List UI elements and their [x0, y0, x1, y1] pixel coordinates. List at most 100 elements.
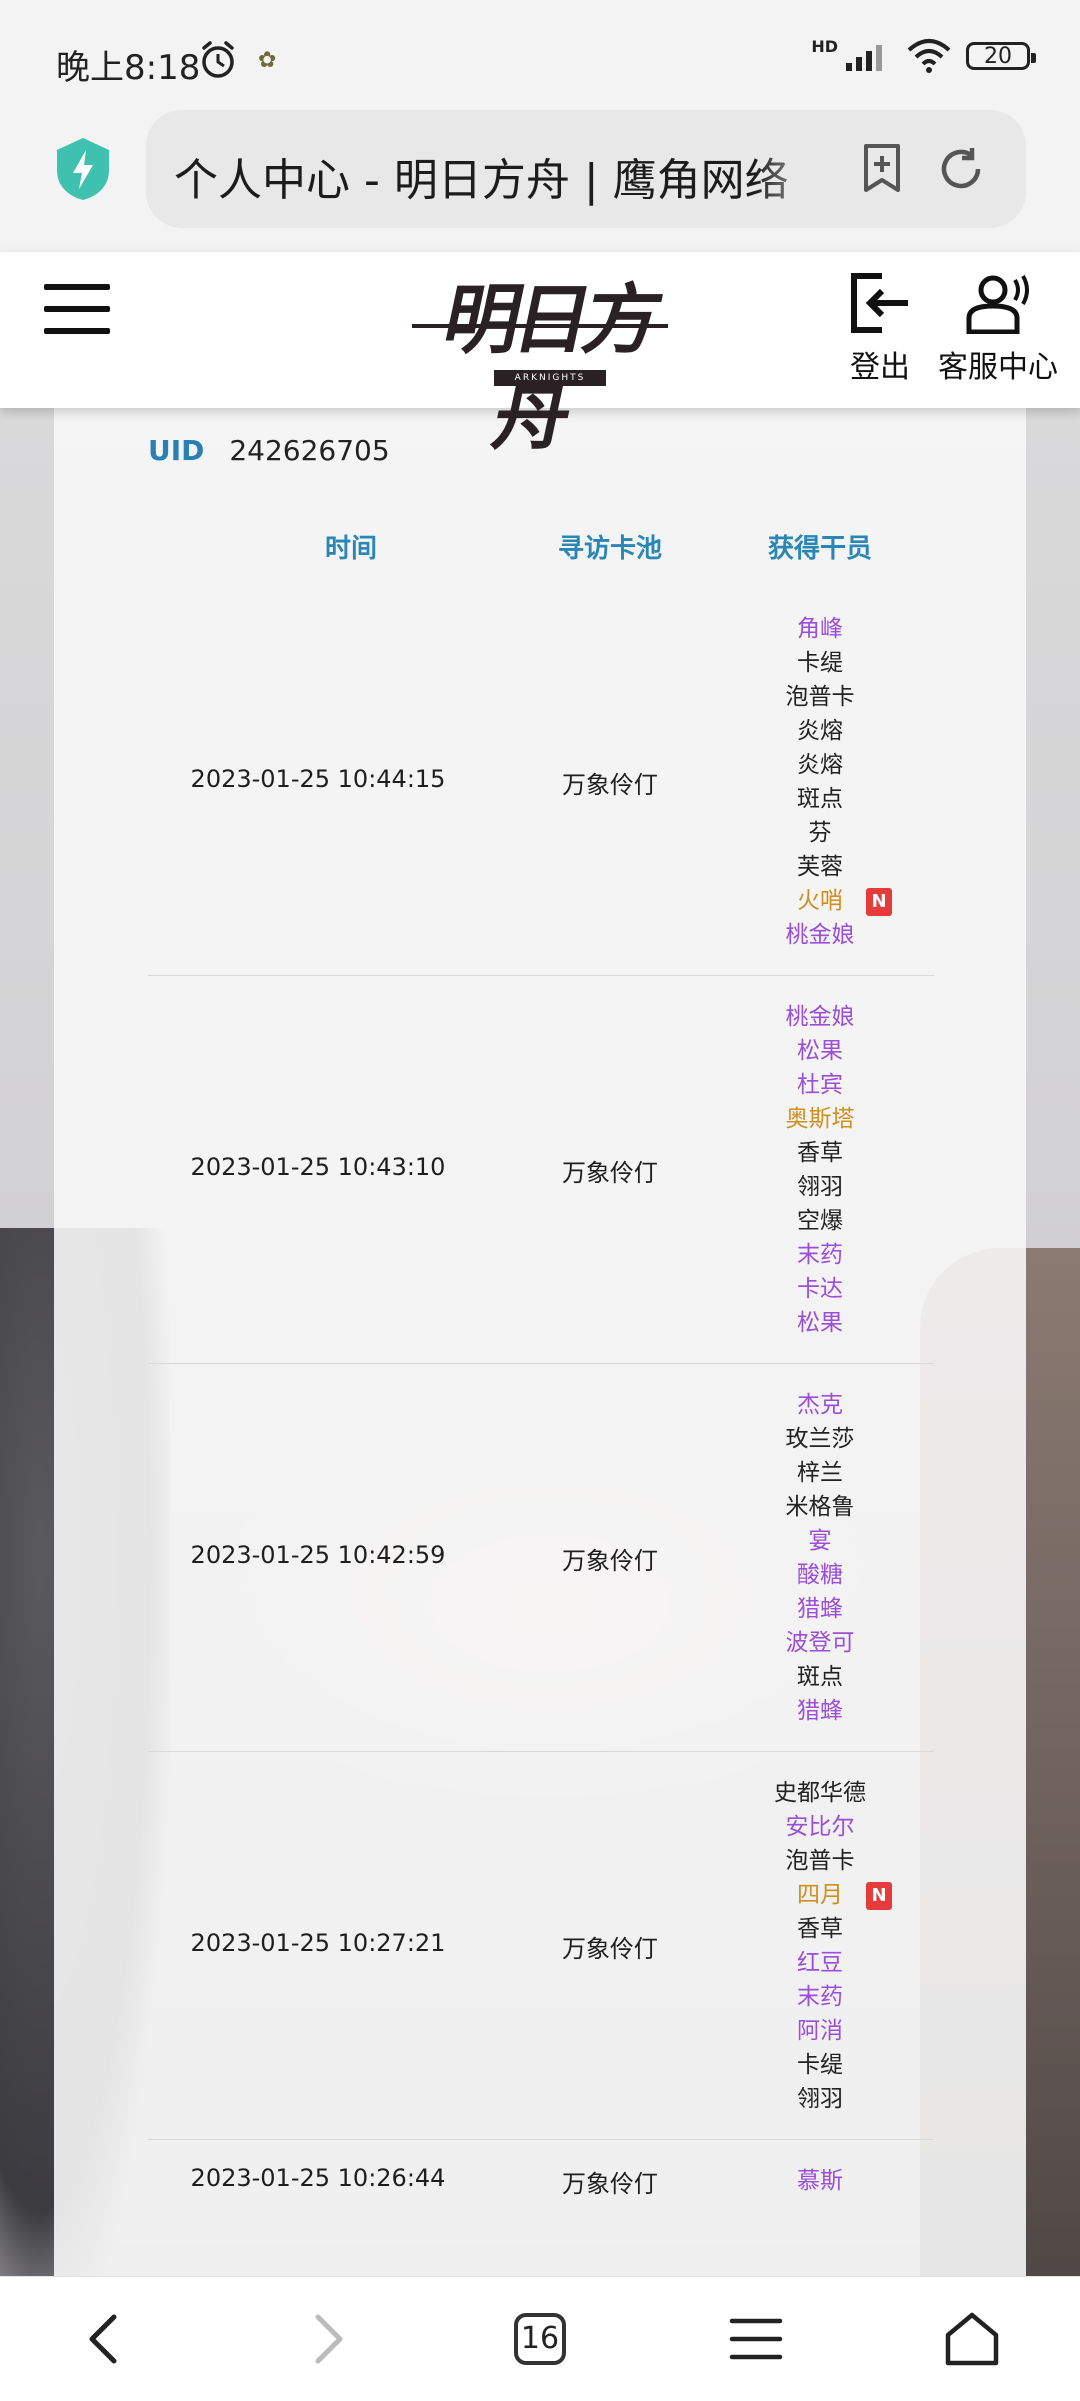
site-header: 明日方舟 ARKNIGHTS 登出 客服中心	[0, 252, 1080, 460]
operator-name: 火哨 N	[730, 884, 910, 918]
operator-label: 玫兰莎	[785, 1426, 855, 1452]
operator-name: 芬	[730, 816, 910, 850]
record-row: 2023-01-25 10:43:10 万象伶仃 桃金娘 松果 杜宾 奥斯塔 香草 翎羽 空爆末…	[148, 976, 934, 1364]
uid-row: UID 242626705	[148, 434, 390, 467]
logout-icon	[851, 273, 908, 333]
status-bar: 晚上8:18 ✿ HD 20	[0, 0, 1080, 110]
bottom-navigation: 16	[0, 2276, 1080, 2401]
operator-label: 猎蜂	[797, 1596, 843, 1622]
operator-name: 慕斯	[730, 2164, 910, 2198]
column-header-time: 时间	[324, 534, 377, 564]
operator-name: 桃金娘	[730, 1000, 910, 1034]
operator-label: 炎熔	[797, 718, 843, 744]
notification-icon: ✿	[258, 48, 277, 73]
operator-name: 波登可	[730, 1626, 910, 1660]
customer-service-button[interactable]: 客服中心	[936, 272, 1060, 386]
record-time: 2023-01-25 10:27:21	[190, 1929, 446, 1957]
operator-label: 卡达	[797, 1276, 843, 1302]
operator-name: 奥斯塔	[730, 1102, 910, 1136]
operator-list: 慕斯	[730, 2164, 910, 2198]
operator-label: 香草	[797, 1916, 843, 1942]
operator-label: 芙蓉	[797, 854, 843, 880]
operator-label: 角峰	[797, 616, 843, 642]
back-icon[interactable]	[74, 2307, 138, 2371]
operator-label: 红豆	[797, 1950, 843, 1976]
forward-icon[interactable]	[294, 2307, 358, 2371]
wifi-icon	[907, 39, 951, 73]
menu-icon[interactable]	[44, 284, 110, 340]
operator-label: 安比尔	[785, 1814, 855, 1840]
operator-name: 宴	[730, 1524, 910, 1558]
new-badge: N	[866, 888, 892, 916]
uid-value: 242626705	[229, 434, 390, 467]
operator-name: 猎蜂	[730, 1694, 910, 1728]
operator-label: 松果	[797, 1310, 843, 1336]
operator-label: 卡缇	[797, 650, 843, 676]
operator-list: 杰克 玫兰莎 梓兰 米格鲁宴酸糖 猎蜂 波登可 斑点 猎蜂	[730, 1388, 910, 1728]
add-bookmark-icon[interactable]	[856, 142, 908, 194]
browser-bar: 个人中心 - 明日方舟 | 鹰角网络	[0, 110, 1080, 252]
operator-label: 猎蜂	[797, 1698, 843, 1724]
status-time: 晚上8:18	[56, 48, 201, 88]
column-header-pool: 寻访卡池	[557, 534, 662, 564]
logo-subtitle: ARKNIGHTS	[494, 370, 606, 386]
status-indicators: HD 20	[811, 38, 1036, 74]
security-shield-icon[interactable]	[54, 136, 112, 202]
operator-name: 梓兰	[730, 1456, 910, 1490]
operator-name: 松果	[730, 1306, 910, 1340]
operator-name: 翎羽	[730, 1170, 910, 1204]
logout-button[interactable]: 登出	[840, 272, 920, 386]
operator-label: 火哨	[797, 888, 843, 914]
operator-label: 宴	[808, 1528, 832, 1554]
operator-label: 泡普卡	[785, 1848, 855, 1874]
operator-name: 末药	[730, 1980, 910, 2014]
battery-level: 20	[984, 43, 1012, 69]
operator-name: 玫兰莎	[730, 1422, 910, 1456]
arknights-logo[interactable]: 明日方舟 ARKNIGHTS	[412, 272, 668, 460]
operator-label: 梓兰	[797, 1460, 843, 1486]
operator-label: 泡普卡	[785, 684, 855, 710]
operator-label: 杜宾	[797, 1072, 843, 1098]
operator-name: 四月 N	[730, 1878, 910, 1912]
column-header-operators: 获得干员	[767, 534, 872, 564]
operator-label: 末药	[797, 1984, 843, 2010]
reload-icon[interactable]	[936, 144, 986, 194]
operator-label: 空爆	[797, 1208, 843, 1234]
operator-name: 安比尔	[730, 1810, 910, 1844]
operator-name: 杜宾	[730, 1068, 910, 1102]
logout-label: 登出	[850, 350, 910, 385]
operator-name: 酸糖	[730, 1558, 910, 1592]
operator-list: 角峰 卡缇 泡普卡 炎熔 炎熔 斑点芬芙蓉 火哨 N 桃金娘	[730, 612, 910, 952]
page-title-url[interactable]: 个人中心 - 明日方舟 | 鹰角网络	[174, 144, 834, 208]
address-bar[interactable]: 个人中心 - 明日方舟 | 鹰角网络	[146, 110, 1026, 228]
operator-name: 泡普卡	[730, 1844, 910, 1878]
record-time: 2023-01-25 10:43:10	[190, 1153, 446, 1181]
record-row: 2023-01-25 10:44:15 万象伶仃 角峰 卡缇 泡普卡 炎熔 炎熔 斑点芬芙蓉火…	[148, 588, 934, 976]
tabs-button[interactable]: 16	[514, 2313, 566, 2365]
operator-label: 翎羽	[797, 2086, 843, 2112]
operator-label: 斑点	[797, 786, 843, 812]
record-pool: 万象伶仃	[562, 1547, 658, 1575]
battery-icon: 20	[966, 42, 1036, 70]
operator-label: 慕斯	[797, 2168, 843, 2194]
operator-label: 奥斯塔	[785, 1106, 855, 1132]
record-pool: 万象伶仃	[562, 771, 658, 799]
operator-name: 香草	[730, 1136, 910, 1170]
operator-label: 斑点	[797, 1664, 843, 1690]
operator-name: 卡缇	[730, 2048, 910, 2082]
operator-name: 末药	[730, 1238, 910, 1272]
operator-name: 角峰	[730, 612, 910, 646]
record-row: 2023-01-25 10:42:59 万象伶仃 杰克 玫兰莎 梓兰 米格鲁宴酸糖 猎蜂 波登…	[148, 1364, 934, 1752]
operator-label: 芬	[808, 820, 832, 846]
menu-lines-icon[interactable]	[724, 2307, 788, 2371]
gacha-history-panel: UID 242626705 时间 寻访卡池 获得干员 2023-01-25 10…	[54, 408, 1026, 2276]
operator-label: 杰克	[797, 1392, 843, 1418]
operator-name: 史都华德	[730, 1776, 910, 1810]
record-pool: 万象伶仃	[562, 1935, 658, 1963]
logo-stroke	[412, 324, 668, 328]
signal-icon	[846, 45, 882, 71]
logo-text: 明日方舟	[435, 275, 665, 460]
operator-label: 卡缇	[797, 2052, 843, 2078]
operator-name: 斑点	[730, 782, 910, 816]
home-icon[interactable]	[940, 2307, 1004, 2371]
